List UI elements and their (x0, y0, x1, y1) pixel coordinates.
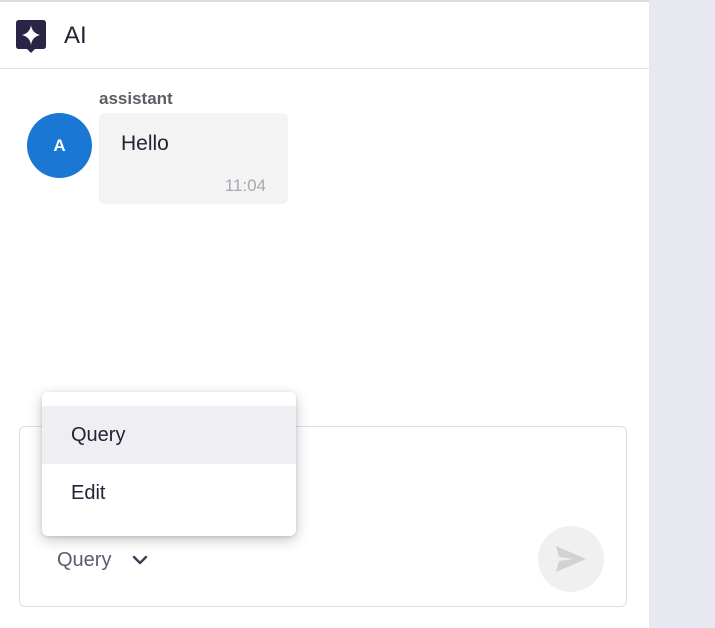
menu-item-query[interactable]: Query (42, 406, 296, 464)
message-sender: assistant (99, 89, 173, 108)
send-icon (556, 546, 586, 572)
message-text: Hello (121, 132, 169, 155)
mode-select[interactable]: Query (57, 545, 149, 575)
menu-item-label: Edit (71, 481, 106, 504)
message-bubble: Hello 11:04 (99, 113, 288, 204)
avatar-initial: A (53, 135, 66, 155)
page-title: AI (64, 22, 87, 49)
sparkle-logo-icon (16, 20, 46, 53)
mode-dropdown-menu: Query Edit (42, 392, 296, 536)
mode-select-label: Query (57, 549, 112, 571)
avatar: A (27, 113, 92, 178)
chevron-down-icon (133, 555, 148, 565)
chat-header: AI (0, 2, 649, 69)
message-timestamp: 11:04 (224, 176, 266, 195)
menu-item-edit[interactable]: Edit (42, 464, 296, 522)
side-panel-background (649, 0, 715, 628)
menu-item-label: Query (71, 423, 126, 446)
chat-panel: AI assistant A Hello 11:04 Query Query E… (0, 0, 649, 628)
send-button[interactable] (538, 526, 604, 592)
